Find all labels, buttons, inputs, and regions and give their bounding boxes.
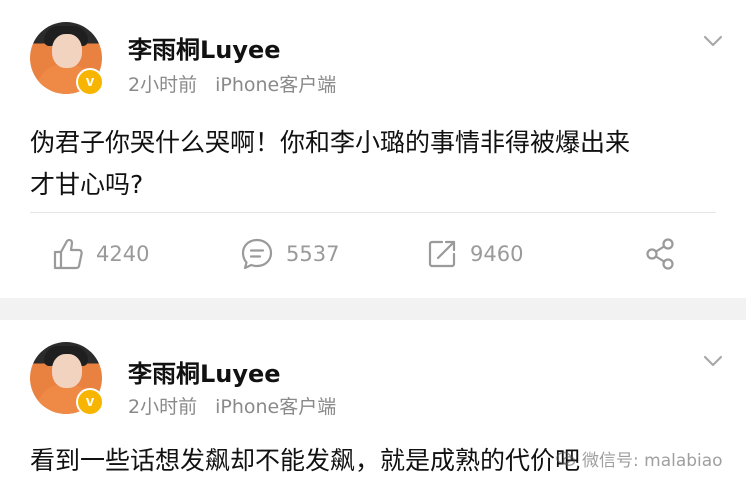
thumbs-up-icon <box>53 238 83 270</box>
like-count: 4240 <box>96 242 150 266</box>
post-time: 2小时前 <box>128 74 198 96</box>
action-bar: 4240 5537 9460 <box>0 226 746 282</box>
watermark-text: 微信号: malabiao <box>582 451 723 471</box>
author-name[interactable]: 李雨桐Luyee <box>128 30 281 65</box>
post-meta: 2小时前 iPhone客户端 <box>128 392 336 419</box>
post-text-line: 伪君子你哭什么哭啊！你和李小璐的事情非得被爆出来 <box>30 128 631 157</box>
share-icon <box>646 238 674 270</box>
author-name[interactable]: 李雨桐Luyee <box>128 354 281 389</box>
post-text: 伪君子你哭什么哭啊！你和李小璐的事情非得被爆出来 才甘心吗? <box>30 122 726 206</box>
comment-button[interactable]: 5537 <box>240 236 339 272</box>
post-time: 2小时前 <box>128 396 198 418</box>
repost-count: 9460 <box>470 242 524 266</box>
chevron-down-icon[interactable] <box>702 350 724 372</box>
wechat-icon <box>556 451 576 466</box>
post-card[interactable]: v 李雨桐Luyee 2小时前 iPhone客户端 伪君子你哭什么哭啊！你和李小璐… <box>0 0 746 298</box>
avatar[interactable]: v <box>30 342 104 416</box>
avatar[interactable]: v <box>30 22 104 96</box>
divider <box>30 212 716 213</box>
verified-badge-icon: v <box>76 388 104 416</box>
post-source: iPhone客户端 <box>215 74 337 96</box>
post-card[interactable]: v 李雨桐Luyee 2小时前 iPhone客户端 看到一些话想发飙却不能发飙，就… <box>0 320 746 488</box>
card-separator <box>0 298 746 320</box>
share-button[interactable] <box>644 236 676 272</box>
repost-icon <box>428 240 456 268</box>
repost-button[interactable]: 9460 <box>426 236 523 272</box>
comment-icon <box>241 238 273 270</box>
comment-count: 5537 <box>286 242 340 266</box>
like-button[interactable]: 4240 <box>52 236 149 272</box>
post-source: iPhone客户端 <box>215 396 337 418</box>
verified-badge-icon: v <box>76 68 104 96</box>
watermark: 微信号: malabiao <box>556 446 723 471</box>
chevron-down-icon[interactable] <box>702 30 724 52</box>
post-text-line: 才甘心吗? <box>30 170 144 199</box>
post-meta: 2小时前 iPhone客户端 <box>128 70 336 97</box>
